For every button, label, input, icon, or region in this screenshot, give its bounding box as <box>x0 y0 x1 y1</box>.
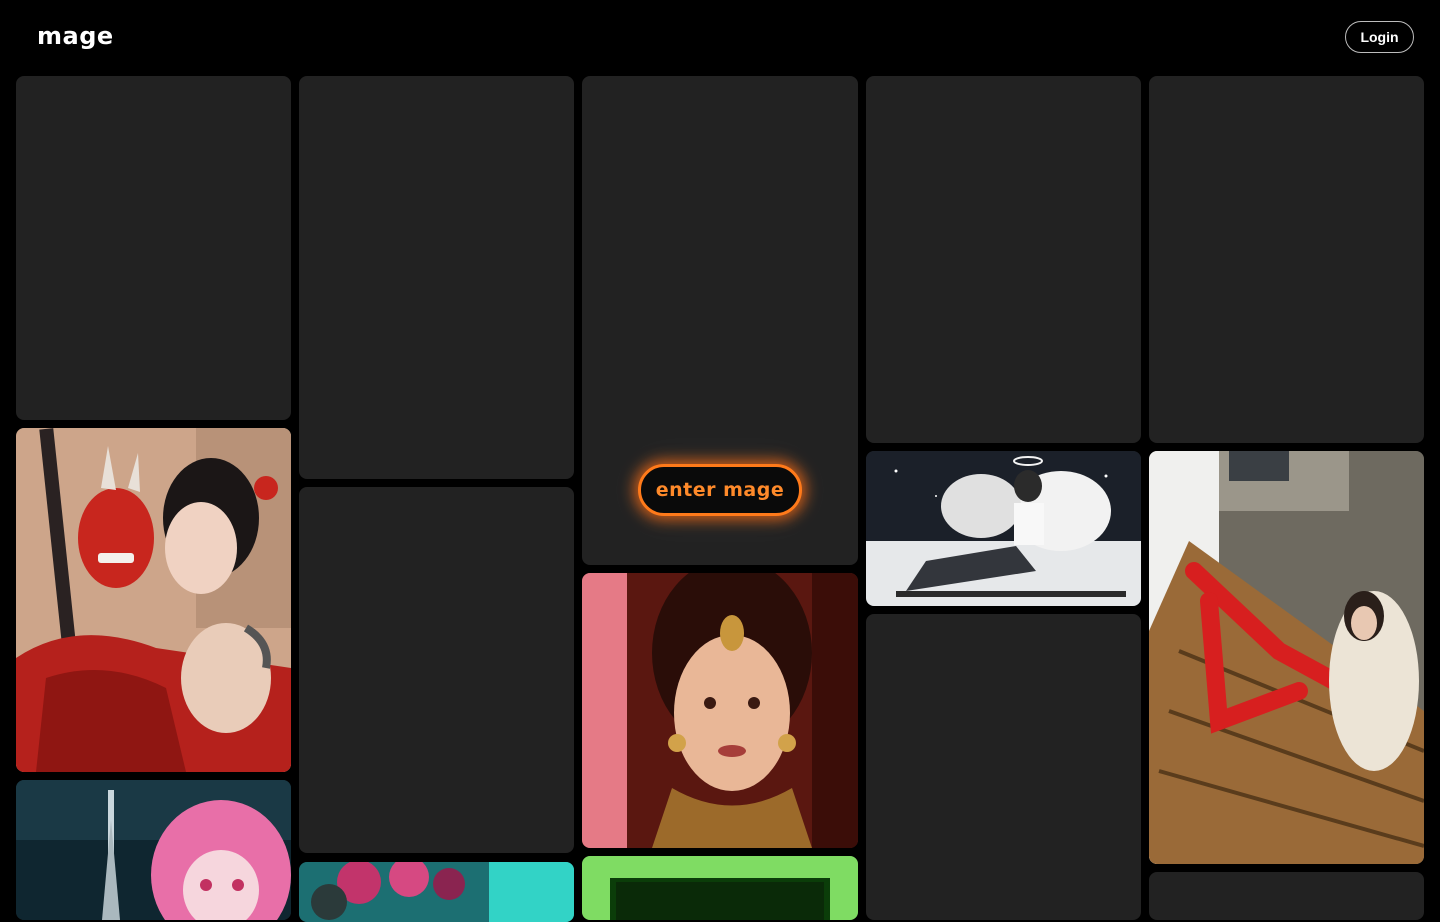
angel-boy-image[interactable] <box>866 451 1141 606</box>
enter-mage-button[interactable]: enter mage <box>638 464 802 516</box>
gallery-card-placeholder[interactable] <box>299 487 574 853</box>
mage-logo[interactable]: mage <box>37 22 114 50</box>
pink-flowers-teal-image[interactable] <box>299 862 574 922</box>
login-button[interactable]: Login <box>1345 21 1414 53</box>
top-bar: mage Login <box>0 0 1440 76</box>
gallery-card-placeholder[interactable] <box>1149 76 1424 443</box>
indian-bride-portrait-image[interactable] <box>582 573 858 848</box>
oni-mask-geisha-image[interactable] <box>16 428 291 772</box>
gallery-card-placeholder[interactable] <box>866 76 1141 443</box>
gallery-card-placeholder[interactable] <box>866 614 1141 920</box>
gallery-card-placeholder[interactable] <box>16 76 291 420</box>
gallery-card-placeholder[interactable] <box>299 76 574 479</box>
pink-hair-anime-rain-image[interactable] <box>16 780 291 920</box>
red-tights-stairs-image[interactable] <box>1149 451 1424 864</box>
gallery-card-placeholder[interactable] <box>1149 872 1424 920</box>
green-frame-image[interactable] <box>582 856 858 920</box>
